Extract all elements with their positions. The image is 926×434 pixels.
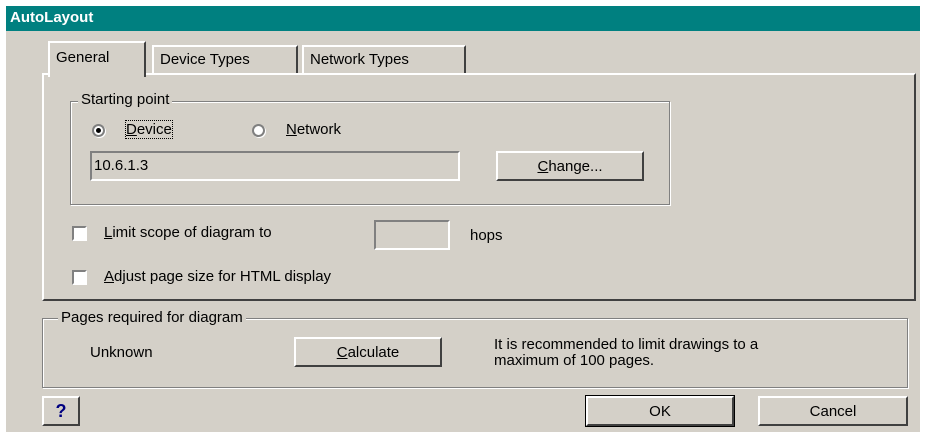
pages-required-group: [42, 318, 908, 388]
ok-button[interactable]: OK: [585, 395, 735, 427]
pages-note: It is recommended to limit drawings to a…: [494, 337, 758, 369]
starting-point-field[interactable]: 10.6.1.3: [90, 151, 460, 181]
hops-label: hops: [470, 227, 503, 244]
general-tab-panel: Starting point Device Network 10.6.1.3 C…: [42, 73, 916, 301]
adjust-page-checkbox[interactable]: [72, 270, 87, 285]
starting-point-value: 10.6.1.3: [94, 157, 149, 174]
tab-device-types-label: Device Types: [160, 51, 250, 68]
device-radio-option[interactable]: Device: [92, 120, 212, 143]
network-radio-option[interactable]: Network: [252, 121, 382, 143]
hops-input[interactable]: [374, 220, 450, 250]
network-radio-label: Network: [286, 121, 342, 138]
limit-scope-checkbox[interactable]: [72, 226, 87, 241]
device-radio-label: Device: [125, 120, 173, 139]
limit-scope-label: Limit scope of diagram to: [104, 224, 272, 241]
change-button-label: Change...: [537, 157, 603, 175]
help-button[interactable]: ?: [42, 396, 80, 426]
starting-point-label: Starting point: [78, 91, 173, 108]
tab-general-label: General: [56, 49, 110, 66]
change-button[interactable]: Change...: [496, 151, 644, 181]
tab-network-types[interactable]: Network Types: [302, 45, 466, 75]
tab-device-types[interactable]: Device Types: [152, 45, 298, 75]
pages-required-label: Pages required for diagram: [58, 309, 246, 326]
ok-button-label: OK: [649, 402, 671, 420]
cancel-button[interactable]: Cancel: [758, 396, 908, 426]
window-title: AutoLayout: [10, 9, 94, 26]
cancel-button-label: Cancel: [809, 402, 857, 420]
adjust-page-label: Adjust page size for HTML display: [104, 268, 332, 285]
title-bar[interactable]: AutoLayout: [6, 6, 920, 31]
radio-selected-dot: [96, 128, 101, 133]
help-icon: ?: [55, 400, 67, 421]
pages-note-line1: It is recommended to limit drawings to a: [494, 336, 759, 353]
tab-network-types-label: Network Types: [310, 51, 409, 68]
tab-general[interactable]: General: [48, 41, 146, 77]
pages-status: Unknown: [90, 344, 153, 361]
network-radio[interactable]: [252, 124, 265, 137]
pages-note-line2: maximum of 100 pages.: [494, 352, 655, 369]
autolayout-dialog: AutoLayout General Device Types Network …: [6, 6, 920, 432]
calculate-button[interactable]: Calculate: [294, 337, 442, 367]
calculate-button-label: Calculate: [336, 343, 400, 361]
device-radio[interactable]: [92, 124, 105, 137]
